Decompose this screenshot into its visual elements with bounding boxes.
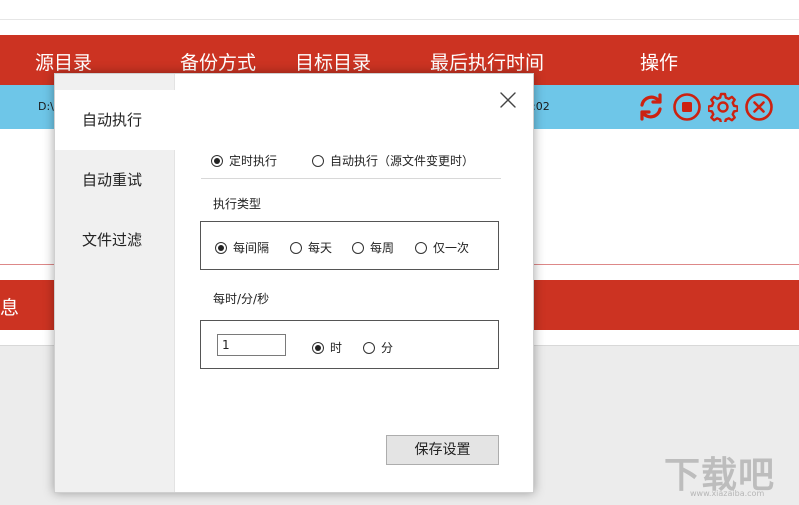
stop-icon[interactable] bbox=[672, 92, 702, 122]
exec-type-group: 每间隔 每天 每周 仅一次 bbox=[200, 221, 499, 270]
settings-icon[interactable] bbox=[708, 92, 738, 122]
radio-minute-dot bbox=[363, 341, 375, 354]
log-panel-title: 息 bbox=[0, 297, 20, 319]
radio-scheduled-dot bbox=[211, 154, 223, 167]
interval-value-input[interactable]: 1 bbox=[217, 334, 286, 356]
dialog-separator bbox=[201, 178, 501, 179]
sidebar-item-auto-exec[interactable]: 自动执行 bbox=[55, 90, 176, 150]
radio-daily-dot bbox=[290, 241, 302, 254]
radio-minute-label: 分 bbox=[381, 341, 394, 355]
radio-interval-dot bbox=[215, 241, 227, 254]
radio-weekly-dot bbox=[352, 241, 364, 254]
radio-hour[interactable]: 时 bbox=[312, 339, 342, 356]
radio-once-label: 仅一次 bbox=[433, 241, 470, 255]
auto-exec-settings-dialog: 自动执行 自动重试 文件过滤 定时执行 自动执行（源文件变更时） 执行类型 每间… bbox=[54, 73, 534, 493]
radio-on-change[interactable]: 自动执行（源文件变更时） bbox=[312, 152, 474, 169]
delete-icon[interactable] bbox=[744, 92, 774, 122]
sidebar-item-file-filter[interactable]: 文件过滤 bbox=[55, 210, 175, 270]
column-header-last-run: 最后执行时间 bbox=[430, 52, 545, 74]
row-actions bbox=[636, 92, 774, 122]
radio-once[interactable]: 仅一次 bbox=[415, 239, 469, 256]
column-header-source: 源目录 bbox=[35, 52, 93, 74]
radio-on-change-label: 自动执行（源文件变更时） bbox=[330, 154, 475, 168]
interval-title: 每时/分/秒 bbox=[213, 292, 270, 306]
close-icon[interactable] bbox=[498, 90, 518, 110]
radio-interval-label: 每间隔 bbox=[233, 241, 270, 255]
interval-group: 1 时 分 bbox=[200, 320, 499, 369]
top-strip bbox=[0, 0, 799, 20]
watermark-url: www.xiazaiba.com bbox=[690, 489, 765, 498]
row-source-cell: D:\ bbox=[38, 100, 54, 113]
refresh-icon[interactable] bbox=[636, 92, 666, 122]
dialog-sidebar: 自动执行 自动重试 文件过滤 bbox=[55, 74, 176, 492]
radio-hour-dot bbox=[312, 341, 324, 354]
sidebar-item-auto-retry[interactable]: 自动重试 bbox=[55, 150, 175, 210]
radio-once-dot bbox=[415, 241, 427, 254]
exec-type-title: 执行类型 bbox=[213, 197, 262, 211]
radio-scheduled-label: 定时执行 bbox=[229, 154, 278, 168]
radio-daily[interactable]: 每天 bbox=[290, 239, 332, 256]
column-header-target: 目标目录 bbox=[295, 52, 372, 74]
row-time-cell: :02 bbox=[532, 100, 550, 113]
radio-hour-label: 时 bbox=[330, 341, 343, 355]
column-header-method: 备份方式 bbox=[180, 52, 257, 74]
save-settings-button[interactable]: 保存设置 bbox=[386, 435, 499, 465]
radio-weekly[interactable]: 每周 bbox=[352, 239, 394, 256]
column-header-ops: 操作 bbox=[640, 52, 679, 74]
radio-on-change-dot bbox=[312, 154, 324, 167]
radio-interval[interactable]: 每间隔 bbox=[215, 239, 269, 256]
radio-daily-label: 每天 bbox=[308, 241, 333, 255]
radio-minute[interactable]: 分 bbox=[363, 339, 393, 356]
radio-scheduled[interactable]: 定时执行 bbox=[211, 152, 277, 169]
radio-weekly-label: 每周 bbox=[370, 241, 395, 255]
